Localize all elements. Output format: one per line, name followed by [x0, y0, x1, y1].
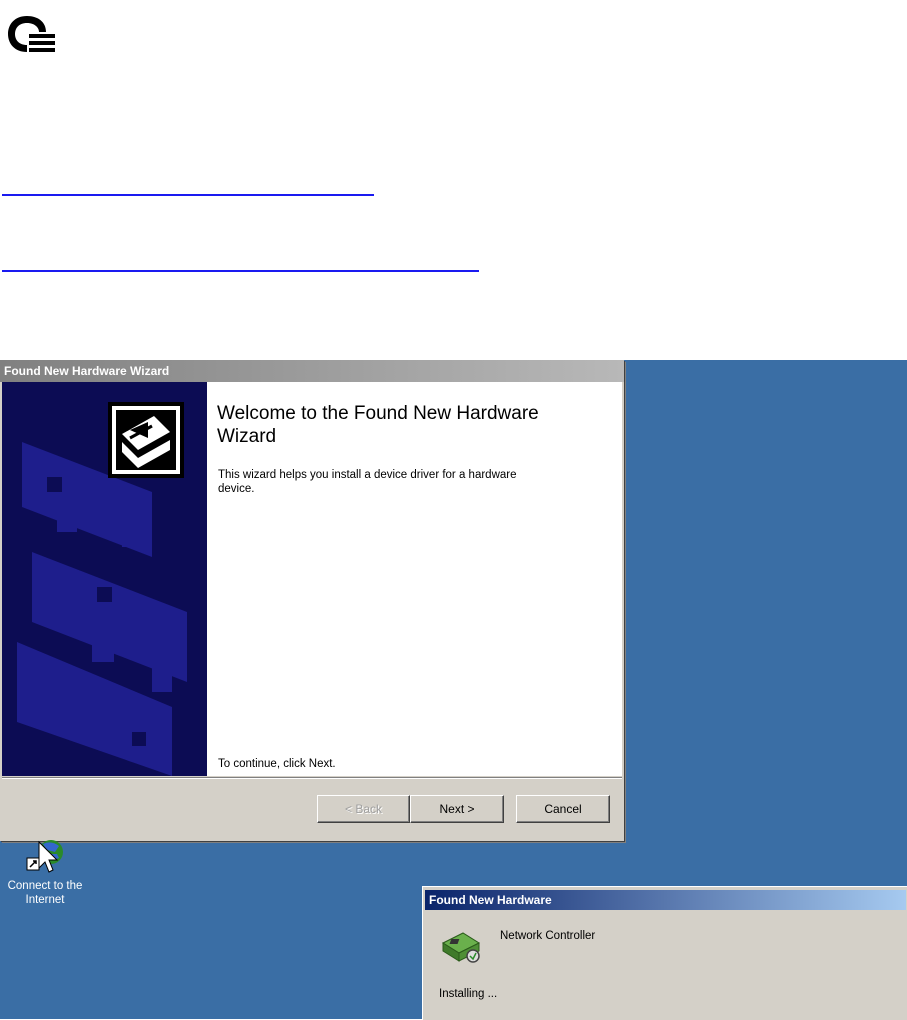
connect-to-internet-icon	[26, 840, 63, 873]
found-new-hardware-popup: Found New Hardware Network Controller In…	[422, 886, 907, 1020]
wizard-separator	[2, 777, 622, 779]
company-logo-icon	[8, 16, 55, 52]
document-link-1[interactable]	[2, 194, 374, 196]
popup-title-bar[interactable]: Found New Hardware	[425, 890, 906, 910]
wizard-content: Welcome to the Found New Hardware Wizard…	[2, 382, 622, 776]
wizard-heading: Welcome to the Found New Hardware Wizard	[217, 403, 539, 447]
connect-to-internet-label: Connect to the Internet	[7, 880, 83, 906]
wizard-description: This wizard helps you install a device d…	[218, 469, 517, 495]
wizard-title-bar[interactable]: Found New Hardware Wizard	[0, 360, 624, 382]
network-card-icon	[441, 932, 481, 963]
desktop: Found New Hardware Wizard Welcome to the…	[0, 360, 907, 1020]
wizard-continue-text: To continue, click Next.	[218, 758, 336, 770]
back-button[interactable]: < Back	[317, 795, 410, 823]
next-button[interactable]: Next >	[410, 795, 504, 823]
document-link-2[interactable]	[2, 270, 479, 272]
popup-device-name: Network Controller	[500, 930, 596, 942]
found-new-hardware-wizard-window: Found New Hardware Wizard Welcome to the…	[0, 360, 624, 841]
hardware-wizard-icon	[108, 402, 184, 478]
cancel-button[interactable]: Cancel	[516, 795, 610, 823]
popup-status-text: Installing ...	[439, 988, 498, 1000]
connect-to-internet-shortcut[interactable]: Connect to the Internet	[2, 838, 88, 907]
